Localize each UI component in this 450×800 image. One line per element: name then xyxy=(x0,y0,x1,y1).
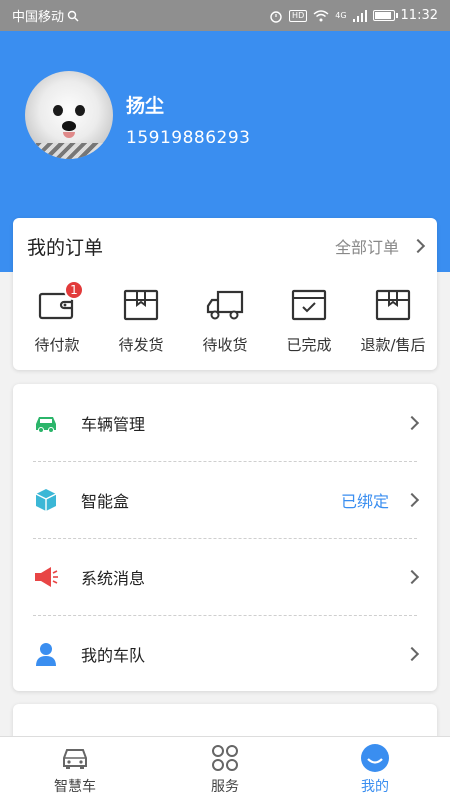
order-label: 待收货 xyxy=(202,336,248,354)
hd-icon: HD xyxy=(289,9,308,22)
status-icons: HD 4G 11:32 xyxy=(269,8,438,23)
status-bar: 中国移动 HD 4G 11:32 xyxy=(0,0,450,31)
chevron-right-icon xyxy=(404,492,420,507)
tab-services[interactable]: 服务 xyxy=(150,737,300,800)
unread-badge: 1 xyxy=(64,280,84,300)
box-icon xyxy=(122,288,160,322)
avatar[interactable] xyxy=(25,71,113,159)
clock: 11:32 xyxy=(400,8,438,23)
chevron-right-icon xyxy=(410,238,426,254)
search-icon xyxy=(67,10,79,21)
bound-status: 已绑定 xyxy=(340,491,389,511)
all-orders-label: 全部订单 xyxy=(334,238,399,257)
order-label: 待付款 xyxy=(34,336,80,354)
order-status-row: 1 待付款 待发货 待收货 已完成 退款/售后 xyxy=(13,274,437,355)
menu-label: 我的车队 xyxy=(81,645,146,665)
order-label: 退款/售后 xyxy=(360,336,426,354)
tab-mine[interactable]: 我的 xyxy=(300,737,450,800)
grid-icon xyxy=(212,744,238,771)
signal-label: 4G xyxy=(335,11,347,20)
chevron-right-icon xyxy=(404,415,420,430)
username: 扬尘 xyxy=(126,95,165,117)
nav-label: 智慧车 xyxy=(54,778,96,795)
chevron-right-icon xyxy=(404,646,420,661)
nav-label: 服务 xyxy=(211,778,239,795)
nav-label: 我的 xyxy=(361,778,389,795)
megaphone-icon xyxy=(35,566,58,587)
menu-label: 车辆管理 xyxy=(81,414,146,434)
order-pending-payment[interactable]: 1 待付款 xyxy=(21,274,93,355)
orders-header: 我的订单 全部订单 xyxy=(13,218,437,274)
orders-card: 我的订单 全部订单 1 待付款 待发货 待收货 已完成 退款/售后 xyxy=(13,218,437,370)
all-orders-link[interactable]: 全部订单 xyxy=(334,234,426,258)
menu-item-system-messages[interactable]: 系统消息 xyxy=(13,538,437,615)
chevron-right-icon xyxy=(404,569,420,584)
battery-icon xyxy=(372,10,398,21)
order-completed[interactable]: 已完成 xyxy=(273,274,345,355)
wifi-icon xyxy=(313,9,329,21)
order-refund[interactable]: 退款/售后 xyxy=(357,274,429,355)
tab-smart-car[interactable]: 智慧车 xyxy=(0,737,150,800)
car-outline-icon xyxy=(63,748,87,769)
order-label: 已完成 xyxy=(286,336,332,354)
carrier: 中国移动 xyxy=(12,6,79,25)
smile-icon xyxy=(361,743,389,772)
menu-card: 车辆管理 智能盒 已绑定 系统消息 我的车队 xyxy=(13,384,437,691)
order-awaiting-receipt[interactable]: 待收货 xyxy=(189,274,261,355)
bottom-nav: 智慧车 服务 我的 xyxy=(0,736,450,800)
orders-title: 我的订单 xyxy=(27,236,104,259)
refund-box-icon xyxy=(374,288,412,322)
carrier-label: 中国移动 xyxy=(12,10,65,25)
menu-label: 系统消息 xyxy=(81,568,146,588)
menu-item-smart-box[interactable]: 智能盒 已绑定 xyxy=(13,461,437,538)
cube-icon xyxy=(35,488,57,511)
check-box-icon xyxy=(290,288,328,322)
phone-number: 15919886293 xyxy=(126,128,251,148)
car-icon xyxy=(36,416,56,433)
menu-label: 智能盒 xyxy=(81,491,130,511)
menu-item-my-fleet[interactable]: 我的车队 xyxy=(13,615,437,692)
truck-icon xyxy=(206,288,244,322)
order-label: 待发货 xyxy=(118,336,164,354)
wallet-icon: 1 xyxy=(38,280,84,322)
order-awaiting-shipment[interactable]: 待发货 xyxy=(105,274,177,355)
signal-icon xyxy=(352,9,367,22)
person-icon xyxy=(36,642,56,666)
alarm-icon xyxy=(270,10,282,23)
menu-item-vehicle-management[interactable]: 车辆管理 xyxy=(13,384,437,461)
